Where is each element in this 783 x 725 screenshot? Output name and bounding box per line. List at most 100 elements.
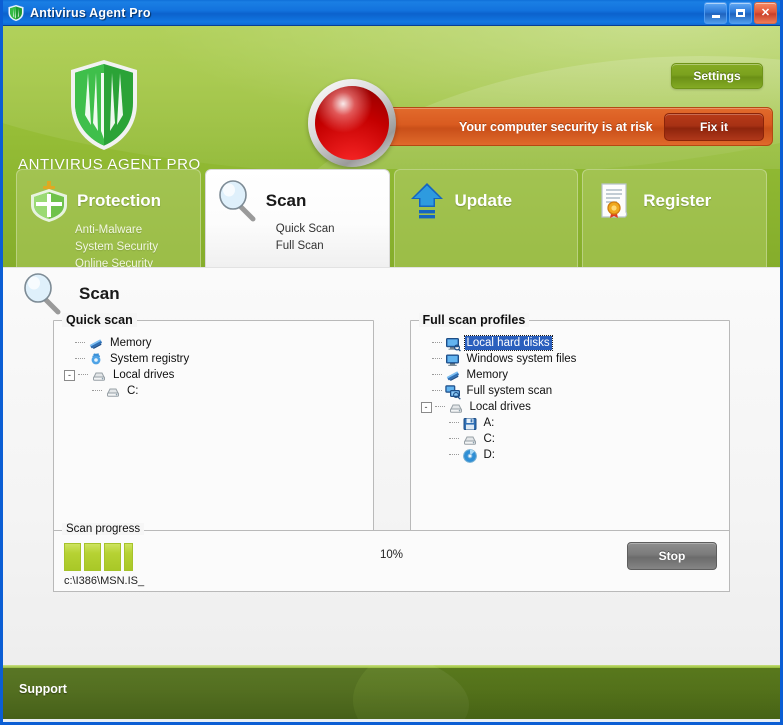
close-icon: ✕: [760, 6, 771, 19]
brand-text: ANTIVIRUS AGENT PRO: [18, 156, 201, 169]
tab-update-head: Update: [395, 178, 578, 224]
tree-node-label: Windows system files: [466, 353, 577, 365]
tab-scan-label: Scan: [265, 191, 307, 210]
close-button[interactable]: ✕: [754, 2, 777, 24]
tree-connector: [431, 358, 442, 360]
tree-connector: [431, 390, 442, 392]
tree-connector: [431, 374, 442, 376]
minimize-icon: [711, 14, 720, 18]
drive-icon: [462, 432, 478, 447]
window-title: Antivirus Agent Pro: [30, 5, 151, 20]
tree-connector: [92, 390, 102, 392]
network-scan-icon: [444, 384, 461, 400]
tree-node-label: C:: [127, 385, 139, 397]
tree-node[interactable]: C:: [64, 383, 373, 399]
tree-node[interactable]: Windows system files: [421, 351, 730, 367]
tab-scan-links: Quick Scan Full Scan: [206, 221, 389, 255]
settings-button[interactable]: Settings: [671, 63, 763, 89]
computer-scan-icon: [445, 336, 461, 351]
support-link[interactable]: Support: [19, 682, 67, 696]
tree-expander[interactable]: -: [420, 401, 432, 413]
tree-node-label: Local drives: [469, 401, 531, 413]
quick-scan-tree[interactable]: Memory System registry - Local drives C:: [54, 321, 373, 399]
tree-expander[interactable]: -: [64, 369, 75, 381]
tree-connector: [75, 358, 85, 360]
maximize-icon: [736, 9, 745, 17]
title-bar: Antivirus Agent Pro ✕: [3, 0, 780, 26]
tab-register-head: Register: [583, 178, 766, 224]
memory-icon: [445, 368, 461, 383]
content-area: Scan Quick scan Memory System registry - Lo…: [3, 267, 780, 665]
tab-protection-links: Anti-Malware System Security Online Secu…: [17, 222, 200, 267]
protection-link-system-security[interactable]: System Security: [75, 239, 200, 256]
tree-connector: [431, 342, 442, 344]
protection-link-anti-malware[interactable]: Anti-Malware: [75, 222, 200, 239]
alert-message: Your computer security is at risk: [459, 119, 653, 134]
tree-node[interactable]: Memory: [64, 335, 373, 351]
tree-node-label: A:: [483, 417, 495, 429]
minimize-button[interactable]: [704, 2, 727, 24]
tree-node[interactable]: - Local drives: [420, 399, 730, 415]
footer-bar: Support: [3, 665, 780, 719]
tab-update-label: Update: [454, 191, 513, 210]
tree-node[interactable]: Full system scan: [421, 383, 730, 400]
blue-up-arrow-icon: [410, 183, 443, 219]
scan-link-full-scan[interactable]: Full Scan: [276, 238, 389, 255]
magnifier-icon: [218, 180, 256, 222]
tree-connector: [434, 406, 445, 408]
tree-node-label: D:: [483, 449, 496, 461]
tab-protection-head: Protection: [17, 178, 200, 224]
tree-connector: [448, 438, 459, 440]
tree-connector: [75, 342, 85, 344]
drive-icon: [91, 368, 107, 383]
registry-gear-icon: [88, 352, 104, 367]
page-title: Scan: [79, 284, 120, 303]
main-tabs: Protection Anti-Malware System Security …: [3, 169, 780, 267]
shield-sword-icon: [31, 181, 67, 222]
shield-icon: [8, 4, 24, 21]
tree-node-label: C:: [483, 433, 496, 445]
tab-update[interactable]: Update: [393, 169, 579, 267]
tree-node-label: Memory: [110, 337, 152, 349]
maximize-button[interactable]: [729, 2, 752, 24]
certificate-icon: [601, 183, 628, 218]
tree-node[interactable]: System registry: [64, 351, 373, 367]
status-indicator-red-icon: [308, 79, 396, 167]
tree-node[interactable]: A:: [421, 415, 730, 431]
tab-protection-label: Protection: [77, 191, 162, 210]
monitor-icon: [445, 352, 461, 367]
memory-icon: [88, 336, 104, 351]
window-controls: ✕: [704, 2, 777, 24]
footer-swoosh-2: [352, 665, 780, 719]
fix-it-button[interactable]: Fix it: [664, 113, 764, 141]
tab-register[interactable]: Register: [582, 169, 767, 267]
drive-icon: [105, 384, 121, 399]
tree-node[interactable]: C:: [421, 431, 730, 447]
tree-node-label: System registry: [110, 353, 190, 365]
quick-scan-title: Quick scan: [62, 313, 137, 327]
security-alert: Your computer security is at risk Fix it: [308, 79, 773, 167]
scan-link-quick-scan[interactable]: Quick Scan: [276, 221, 389, 238]
full-scan-tree[interactable]: Local hard disks Windows system files Memo…: [411, 321, 730, 463]
stop-button[interactable]: Stop: [627, 542, 717, 570]
tree-connector: [448, 454, 459, 456]
tab-scan[interactable]: Scan Quick Scan Full Scan: [204, 169, 390, 267]
drive-icon: [448, 400, 464, 415]
tab-scan-head: Scan: [206, 178, 389, 224]
app-logo-shield-icon: [71, 60, 137, 150]
tree-node[interactable]: Memory: [421, 367, 730, 383]
tree-node[interactable]: Local hard disks: [421, 335, 730, 351]
tree-connector: [78, 374, 88, 376]
floppy-icon: [462, 416, 478, 431]
tree-node[interactable]: D:: [421, 447, 730, 463]
tree-connector: [448, 422, 459, 424]
magnifier-icon: [24, 273, 61, 315]
cd-icon: [462, 448, 478, 463]
tree-node-label: Local hard disks: [463, 335, 553, 351]
tab-register-label: Register: [643, 191, 712, 210]
header-banner: ANTIVIRUS AGENT PRO Settings Your comput…: [3, 26, 780, 169]
full-scan-title: Full scan profiles: [418, 313, 530, 327]
tree-node[interactable]: - Local drives: [64, 367, 373, 383]
tab-protection[interactable]: Protection Anti-Malware System Security …: [16, 169, 201, 267]
protection-link-online-security[interactable]: Online Security: [75, 256, 200, 267]
